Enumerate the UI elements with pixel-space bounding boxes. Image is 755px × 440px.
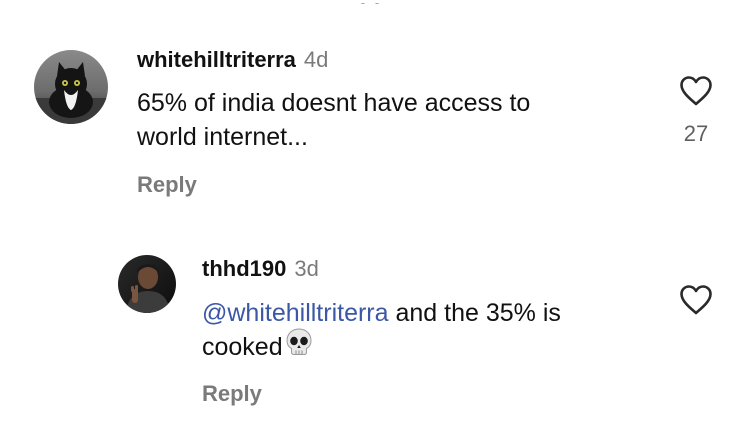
comment-time: 3d bbox=[294, 256, 319, 281]
comment-text-segment: and the 35% is bbox=[388, 299, 561, 327]
comment-time: 4d bbox=[303, 47, 329, 72]
reply-button[interactable]: Reply bbox=[202, 381, 262, 407]
comment-username[interactable]: whitehilltriterra bbox=[137, 47, 296, 72]
skull-emoji-icon bbox=[285, 327, 313, 366]
top-overflow-dots bbox=[360, 0, 400, 4]
like-button[interactable] bbox=[679, 284, 713, 320]
avatar[interactable] bbox=[34, 50, 108, 124]
comment-text-line: world internet... bbox=[137, 123, 308, 151]
reply-button[interactable]: Reply bbox=[137, 172, 197, 198]
avatar[interactable] bbox=[118, 255, 176, 313]
comment-text-line: 65% of india doesnt have access to bbox=[137, 89, 531, 117]
comment-text-line: cooked bbox=[202, 327, 561, 366]
comment-header: whitehilltriterra 4d bbox=[137, 47, 328, 73]
comment-text: 65% of india doesnt have access to world… bbox=[137, 86, 530, 154]
comment-header: thhd190 3d bbox=[202, 256, 319, 282]
comment-text-line: @whitehilltriterra and the 35% is bbox=[202, 296, 561, 330]
cat-avatar-icon bbox=[34, 50, 108, 124]
like-button[interactable] bbox=[679, 75, 713, 111]
heart-icon bbox=[680, 76, 712, 106]
like-count: 27 bbox=[683, 121, 709, 146]
heart-icon bbox=[680, 285, 712, 315]
person-avatar-icon bbox=[118, 255, 176, 313]
comment-username[interactable]: thhd190 bbox=[202, 256, 286, 281]
comment-text: @whitehilltriterra and the 35% is cooked bbox=[202, 296, 561, 366]
mention-link[interactable]: @whitehilltriterra bbox=[202, 299, 389, 327]
comment-text-segment: cooked bbox=[202, 333, 283, 361]
